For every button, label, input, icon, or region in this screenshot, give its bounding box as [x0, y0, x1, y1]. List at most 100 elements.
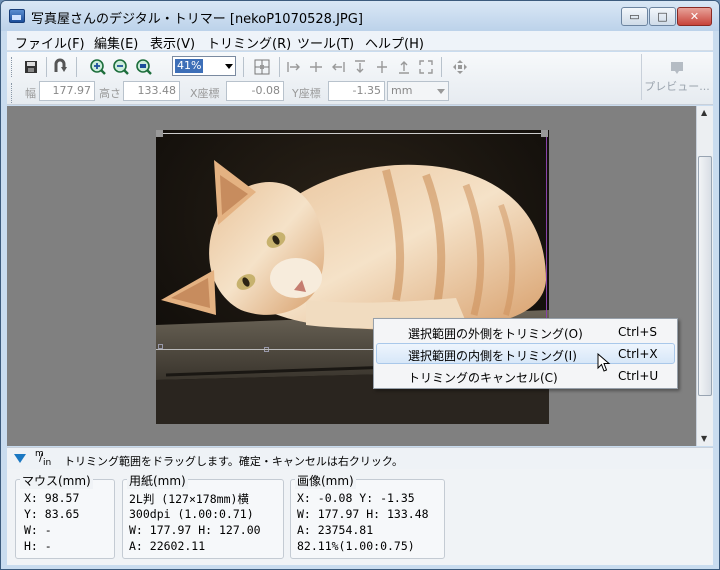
align-center-h-button[interactable] — [305, 56, 327, 78]
zoom-select[interactable]: 41% — [172, 56, 236, 76]
context-menu: 選択範囲の外側をトリミング(O) Ctrl+S 選択範囲の内側をトリミング(I)… — [373, 318, 678, 389]
align-left-icon — [287, 62, 300, 72]
paper-area: A: 22602.11 — [129, 539, 206, 553]
scroll-up-icon[interactable]: ▲ — [701, 108, 707, 117]
zoom-out-icon — [113, 59, 129, 75]
save-icon — [25, 61, 37, 73]
mouse-w: W: - — [24, 523, 52, 537]
width-field[interactable]: 177.97 — [39, 81, 95, 101]
paper-size: 2L判 (127×178mm)横 — [129, 492, 249, 506]
mouse-h: H: - — [24, 539, 52, 553]
chevron-down-icon — [225, 64, 233, 69]
mouse-y: Y: 83.65 — [24, 507, 80, 521]
unit-select[interactable]: mm — [387, 81, 449, 101]
menu-edit[interactable]: 編集(E) — [94, 33, 138, 52]
zoom-fit-icon — [136, 59, 152, 75]
height-label: 高さ — [99, 87, 121, 100]
image-area: A: 23754.81 — [297, 523, 374, 537]
align-middle-v-button[interactable] — [371, 56, 393, 78]
fit-selection-button[interactable] — [415, 56, 437, 78]
ctx-trim-outside-label: 選択範囲の外側をトリミング(O) — [408, 327, 583, 341]
image-wh: W: 177.97 H: 133.48 — [297, 507, 429, 521]
app-icon — [9, 9, 25, 23]
ctx-cancel-trim-label: トリミングのキャンセル(C) — [408, 371, 558, 385]
unit-toggle-bottom[interactable]: in — [43, 458, 51, 468]
menu-view[interactable]: 表示(V) — [150, 33, 195, 52]
menu-trimming[interactable]: トリミング(R) — [207, 33, 291, 52]
x-coord-label: X座標 — [190, 87, 220, 100]
align-left-button[interactable] — [283, 56, 305, 78]
vertical-scrollbar[interactable]: ▲ ▼ — [696, 106, 713, 446]
zoom-fit-button[interactable] — [133, 56, 155, 78]
scroll-down-icon[interactable]: ▼ — [701, 434, 707, 443]
menu-help[interactable]: ヘルプ(H) — [365, 33, 424, 52]
title-bar[interactable]: 写真屋さんのデジタル・トリマー [nekoP1070528.JPG] ▭ □ ✕ — [1, 1, 719, 31]
paper-group-title: 用紙(mm) — [127, 472, 188, 489]
ctx-cancel-trim-shortcut: Ctrl+U — [618, 369, 659, 383]
toolbar-grip[interactable] — [11, 57, 14, 77]
align-bottom-button[interactable] — [393, 56, 415, 78]
preview-icon — [671, 62, 683, 74]
window-title: 写真屋さんのデジタル・トリマー [nekoP1070528.JPG] — [31, 12, 363, 27]
fieldbar-grip[interactable] — [11, 83, 14, 103]
image-group: 画像(mm) X: -0.08 Y: -1.35 W: 177.97 H: 13… — [290, 472, 445, 559]
ctx-trim-outside[interactable]: 選択範囲の外側をトリミング(O) Ctrl+S — [376, 321, 675, 342]
paper-group: 用紙(mm) 2L判 (127×178mm)横 300dpi (1.00:0.7… — [122, 472, 284, 559]
ctx-trim-inside-shortcut: Ctrl+X — [618, 347, 658, 361]
status-bar: m in / トリミング範囲をドラッグします。確定・キャンセルは右クリック。 — [7, 447, 713, 469]
mouse-group-title: マウス(mm) — [20, 472, 93, 489]
app-window: 写真屋さんのデジタル・トリマー [nekoP1070528.JPG] ▭ □ ✕… — [0, 0, 720, 570]
close-button[interactable]: ✕ — [677, 7, 712, 26]
image-xy: X: -0.08 Y: -1.35 — [297, 491, 415, 505]
ctx-trim-inside[interactable]: 選択範囲の内側をトリミング(I) Ctrl+X — [376, 343, 675, 364]
ctx-trim-outside-shortcut: Ctrl+S — [618, 325, 658, 339]
align-top-icon — [355, 60, 365, 73]
ctx-cancel-trim[interactable]: トリミングのキャンセル(C) Ctrl+U — [376, 365, 675, 386]
rotate-button[interactable] — [50, 56, 72, 78]
save-button[interactable] — [20, 56, 42, 78]
menu-tools[interactable]: ツール(T) — [297, 33, 354, 52]
height-field[interactable]: 133.48 — [123, 81, 180, 101]
zoom-value: 41% — [175, 59, 204, 73]
image-canvas[interactable] — [7, 106, 696, 446]
mouse-x: X: 98.57 — [24, 491, 80, 505]
align-bottom-icon — [399, 61, 409, 74]
image-group-title: 画像(mm) — [295, 472, 356, 489]
maximize-button[interactable]: □ — [649, 7, 676, 26]
scroll-thumb[interactable] — [698, 156, 712, 396]
unit-toggle-slash: / — [39, 451, 43, 464]
menu-file[interactable]: ファイル(F) — [15, 33, 85, 52]
zoom-in-button[interactable] — [87, 56, 109, 78]
paper-wh: W: 177.97 H: 127.00 — [129, 523, 261, 537]
image-ratio: 82.11%(1.00:0.75) — [297, 539, 415, 553]
align-right-icon — [332, 62, 345, 72]
y-coord-field[interactable]: -1.35 — [328, 81, 385, 101]
select-all-button[interactable] — [251, 56, 273, 78]
expand-icon — [419, 60, 433, 74]
crosshair-frame-icon — [254, 59, 270, 75]
move-button[interactable] — [449, 56, 471, 78]
preview-button[interactable]: プレビュー... — [641, 54, 711, 100]
x-coord-field[interactable]: -0.08 — [226, 81, 284, 101]
paper-dpi: 300dpi (1.00:0.71) — [129, 507, 254, 521]
mouse-group: マウス(mm) X: 98.57 Y: 83.65 W: - H: - — [15, 472, 115, 559]
zoom-out-button[interactable] — [110, 56, 132, 78]
y-coord-label: Y座標 — [292, 87, 321, 100]
info-panel: マウス(mm) X: 98.57 Y: 83.65 W: - H: - 用紙(m… — [7, 469, 713, 565]
move-icon — [453, 60, 467, 74]
align-top-button[interactable] — [349, 56, 371, 78]
menu-bar: ファイル(F) 編集(E) 表示(V) トリミング(R) ツール(T) ヘルプ(… — [7, 31, 713, 52]
align-right-button[interactable] — [327, 56, 349, 78]
preview-label: プレビュー... — [644, 80, 710, 93]
status-message: トリミング範囲をドラッグします。確定・キャンセルは右クリック。 — [64, 455, 404, 468]
align-middle-v-icon — [377, 61, 387, 73]
minimize-button[interactable]: ▭ — [621, 7, 648, 26]
collapse-triangle-icon[interactable] — [14, 454, 26, 464]
rotate-icon — [54, 58, 67, 72]
selection-handle[interactable] — [541, 130, 548, 137]
width-label: 幅 — [25, 87, 36, 100]
ctx-trim-inside-label: 選択範囲の内側をトリミング(I) — [408, 349, 577, 363]
selection-handle[interactable] — [156, 130, 163, 137]
zoom-in-icon — [90, 59, 106, 75]
chevron-down-icon — [437, 89, 445, 94]
